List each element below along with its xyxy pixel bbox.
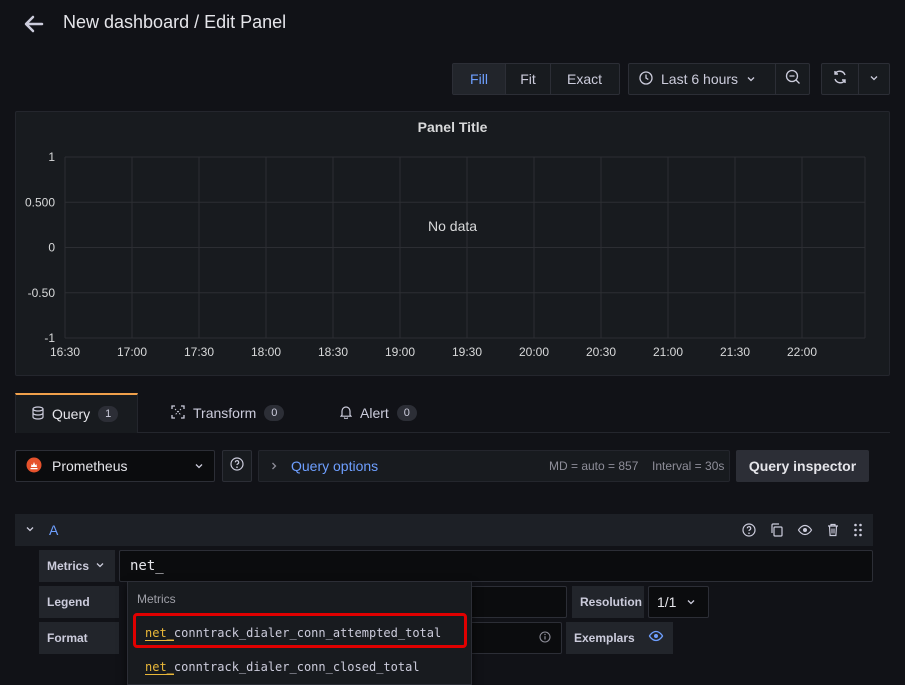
match-text: net_ [145, 626, 174, 641]
x-tick-label: 17:30 [184, 345, 214, 359]
legend-input[interactable] [470, 586, 567, 618]
autocomplete-item[interactable]: net_conntrack_dialer_conn_attempted_tota… [145, 626, 442, 641]
y-tick-label: -1 [44, 331, 55, 345]
item-text: conntrack_dialer_conn_attempted_total [173, 626, 442, 640]
metrics-browser-button[interactable]: Metrics [39, 550, 115, 582]
refresh-button[interactable] [822, 64, 858, 94]
max-data-points: MD = auto = 857 [549, 459, 639, 473]
query-ref-id[interactable]: A [49, 522, 58, 538]
database-icon [32, 405, 44, 423]
tab-alert-count: 0 [396, 405, 417, 421]
chevron-down-icon [869, 70, 879, 88]
transform-icon [171, 404, 185, 422]
y-tick-label: 1 [48, 150, 55, 164]
step-input[interactable] [470, 622, 562, 654]
query-row-header: A [15, 514, 873, 546]
time-range-picker[interactable]: Last 6 hours [629, 64, 775, 94]
query-options-bar: Query options MD = auto = 857 Interval =… [258, 450, 730, 482]
datasource-name: Prometheus [52, 458, 128, 474]
chevron-right-icon [269, 458, 279, 474]
resolution-select[interactable]: 1/1 [648, 586, 709, 618]
resolution-value: 1/1 [657, 594, 677, 610]
x-tick-label: 20:00 [519, 345, 549, 359]
query-actions [741, 522, 863, 543]
refresh-group [821, 63, 890, 95]
y-tick-label: 0.500 [25, 195, 55, 209]
refresh-interval-dropdown[interactable] [858, 64, 889, 94]
exact-button[interactable]: Exact [550, 64, 618, 94]
promql-query-input[interactable]: net_ [119, 550, 873, 582]
x-tick-label: 17:00 [117, 345, 147, 359]
y-tick-label: -0.50 [28, 286, 56, 300]
help-icon[interactable] [741, 522, 757, 543]
query-options-label: Query options [291, 458, 379, 474]
min-interval: Interval = 30s [652, 459, 725, 473]
tab-transform-label: Transform [193, 405, 257, 421]
duplicate-icon[interactable] [769, 522, 785, 543]
drag-handle-icon[interactable] [853, 522, 863, 543]
chevron-down-icon [194, 458, 204, 474]
x-tick-label: 21:00 [653, 345, 683, 359]
eye-icon [648, 628, 664, 649]
zoom-out-button[interactable] [775, 64, 809, 94]
tab-query-label: Query [52, 406, 91, 422]
x-tick-label: 18:00 [251, 345, 281, 359]
graph-area: 1 0.500 0 -0.50 -116:30 17:00 17:30 18:00 18:30 1… [25, 150, 866, 359]
query-inspector-button[interactable]: Query inspector [736, 450, 869, 482]
tab-alert-label: Alert [360, 405, 389, 421]
datasource-help-button[interactable] [222, 450, 252, 482]
y-tick-label: 0 [48, 241, 55, 255]
question-circle-icon [230, 456, 244, 476]
page-title: New dashboard / Edit Panel [63, 12, 287, 32]
item-text: conntrack_dialer_conn_closed_total [173, 660, 420, 674]
metrics-autocomplete: Metrics net_conntrack_dialer_conn_attemp… [127, 581, 472, 685]
x-tick-label: 19:30 [452, 345, 482, 359]
collapse-chevron-icon[interactable] [25, 521, 35, 539]
fill-button[interactable]: Fill [453, 64, 505, 94]
eye-icon[interactable] [797, 522, 813, 543]
view-mode-group: Fill Fit Exact [452, 63, 620, 95]
datasource-picker[interactable]: Prometheus [15, 450, 215, 482]
x-tick-label: 19:00 [385, 345, 415, 359]
resolution-label: Resolution [572, 586, 644, 618]
autocomplete-header: Metrics [137, 592, 176, 606]
exemplars-label: Exemplars [566, 622, 638, 654]
time-range-label: Last 6 hours [661, 71, 739, 87]
zoom-out-icon [785, 69, 801, 90]
chevron-down-icon [686, 594, 696, 610]
x-tick-label: 22:00 [787, 345, 817, 359]
metrics-label: Metrics [47, 559, 90, 573]
bell-icon [339, 405, 353, 422]
fit-button[interactable]: Fit [505, 64, 550, 94]
format-label: Format [39, 622, 119, 654]
tab-query-count: 1 [98, 406, 119, 422]
trash-icon[interactable] [825, 522, 841, 543]
query-options-toggle[interactable]: Query options [269, 458, 378, 474]
no-data-message: No data [428, 218, 478, 234]
exemplars-toggle[interactable] [638, 622, 673, 654]
x-tick-label: 18:30 [318, 345, 348, 359]
autocomplete-item[interactable]: net_conntrack_dialer_conn_closed_total [145, 660, 420, 675]
info-icon [539, 630, 551, 646]
legend-label: Legend [39, 586, 119, 618]
refresh-icon [832, 69, 848, 90]
clock-icon [639, 70, 653, 88]
x-tick-label: 20:30 [586, 345, 616, 359]
tab-transform-count: 0 [264, 405, 285, 421]
chevron-down-icon [95, 559, 105, 573]
x-tick-label: 21:30 [720, 345, 750, 359]
x-tick-label: 16:30 [50, 345, 80, 359]
time-range-group: Last 6 hours [628, 63, 810, 95]
tab-alert[interactable]: Alert 0 [339, 393, 417, 433]
prometheus-icon [26, 457, 42, 476]
panel-preview: Panel Title 1 0.500 0 -0.50 -1 16:30 17:00 17:3… [15, 111, 890, 376]
match-text: net_ [145, 660, 174, 675]
tab-transform[interactable]: Transform 0 [171, 393, 285, 433]
tab-query[interactable]: Query 1 [15, 393, 138, 433]
back-arrow-icon[interactable] [20, 10, 48, 38]
chevron-down-icon [746, 71, 756, 87]
